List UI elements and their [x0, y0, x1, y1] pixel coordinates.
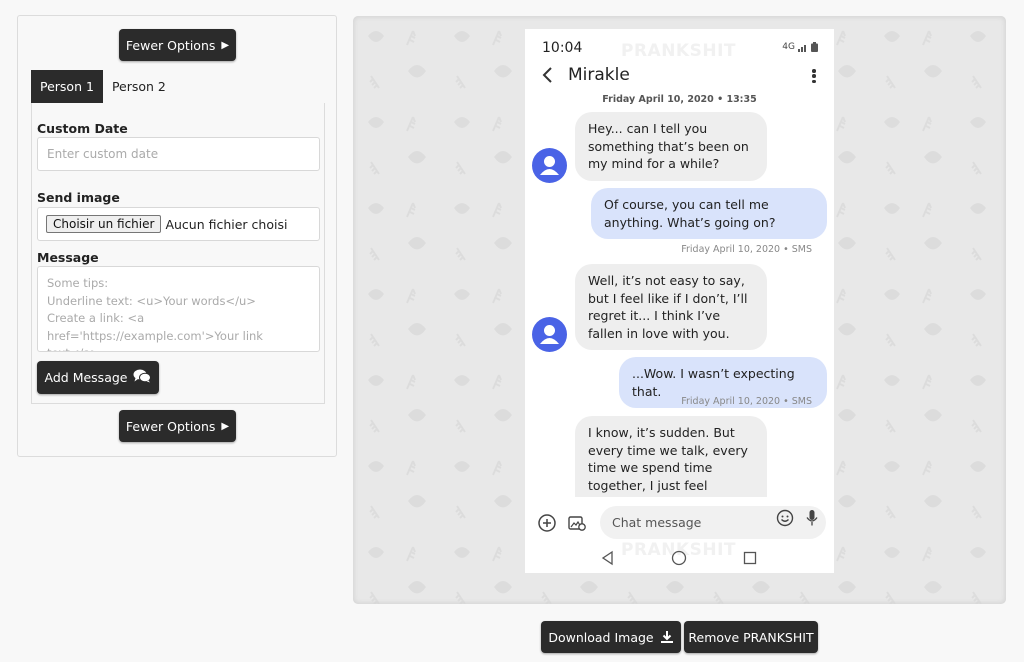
back-arrow-icon[interactable] [539, 65, 557, 85]
more-vert-icon[interactable] [808, 67, 820, 85]
contact-avatar[interactable] [532, 148, 567, 183]
emoji-icon[interactable] [776, 509, 794, 527]
message-bubble-incoming: Well, it’s not easy to say, but I feel l… [575, 264, 767, 350]
add-message-label: Add Message [44, 370, 128, 385]
triangle-right-icon: ▶ [221, 420, 230, 432]
battery-icon [811, 42, 818, 52]
gallery-icon[interactable] [568, 514, 586, 532]
nav-back-icon[interactable] [599, 549, 617, 567]
download-image-button[interactable]: Download Image [541, 621, 681, 653]
remove-watermark-button[interactable]: Remove PRANKSHIT [684, 621, 818, 653]
add-message-button[interactable]: Add Message [37, 361, 159, 394]
file-status-text: Aucun fichier choisi [165, 216, 288, 232]
status-icons: 4G [782, 42, 818, 52]
message-textarea[interactable]: Some tips: Underline text: <u>Your words… [37, 266, 320, 352]
android-nav-bar [525, 543, 834, 573]
watermark-top: PRANKSHIT [621, 41, 736, 61]
message-bubble-incoming: I know, it’s sudden. But every time we t… [575, 416, 767, 497]
message-meta: Friday April 10, 2020 • SMS [681, 396, 812, 407]
custom-date-label: Custom Date [37, 121, 128, 136]
message-bubble-outgoing: Of course, you can tell me anything. Wha… [591, 188, 827, 239]
send-image-input[interactable]: Choisir un fichier Aucun fichier choisi [37, 207, 320, 241]
remove-watermark-label: Remove PRANKSHIT [688, 629, 814, 645]
message-label: Message [37, 250, 99, 265]
fewer-options-button[interactable]: Fewer Options ▶ [119, 29, 236, 61]
contact-avatar[interactable] [532, 317, 567, 352]
plus-icon[interactable] [538, 514, 556, 532]
message-form: Custom Date Enter custom date Send image… [31, 103, 325, 404]
message-bubble-incoming: Hey... can I tell you something that’s b… [575, 112, 767, 181]
nav-recents-icon[interactable] [741, 549, 759, 567]
person-icon [540, 325, 559, 344]
nav-home-icon[interactable] [670, 549, 688, 567]
conversation-date: Friday April 10, 2020 • 13:35 [602, 94, 757, 105]
chat-bubbles-icon [133, 369, 152, 386]
editor-panel: Fewer Options ▶ Person 1 Person 2 Custom… [17, 15, 337, 457]
phone-screen: 10:04 PRANKSHIT 4G Mirakle Friday April … [525, 29, 834, 573]
fewer-options-button-bottom[interactable]: Fewer Options ▶ [119, 410, 236, 442]
triangle-right-icon: ▶ [221, 39, 230, 51]
tab-person-2[interactable]: Person 2 [103, 70, 175, 103]
tab-person-1[interactable]: Person 1 [31, 70, 103, 103]
fewer-options-label-bottom: Fewer Options [125, 418, 216, 434]
send-image-label: Send image [37, 190, 120, 205]
fewer-options-label: Fewer Options [125, 37, 216, 53]
custom-date-input[interactable]: Enter custom date [37, 137, 320, 171]
microphone-icon[interactable] [805, 509, 819, 527]
person-tabs: Person 1 Person 2 [31, 70, 175, 103]
download-image-label: Download Image [548, 629, 654, 645]
message-meta: Friday April 10, 2020 • SMS [681, 244, 812, 255]
network-label: 4G [782, 42, 795, 52]
signal-icon [798, 44, 806, 52]
choose-file-button[interactable]: Choisir un fichier [46, 215, 162, 233]
download-icon [660, 631, 673, 643]
contact-name: Mirakle [568, 65, 630, 85]
message-composer: Chat message [525, 501, 834, 543]
person-icon [540, 156, 559, 175]
status-time: 10:04 [542, 40, 583, 56]
